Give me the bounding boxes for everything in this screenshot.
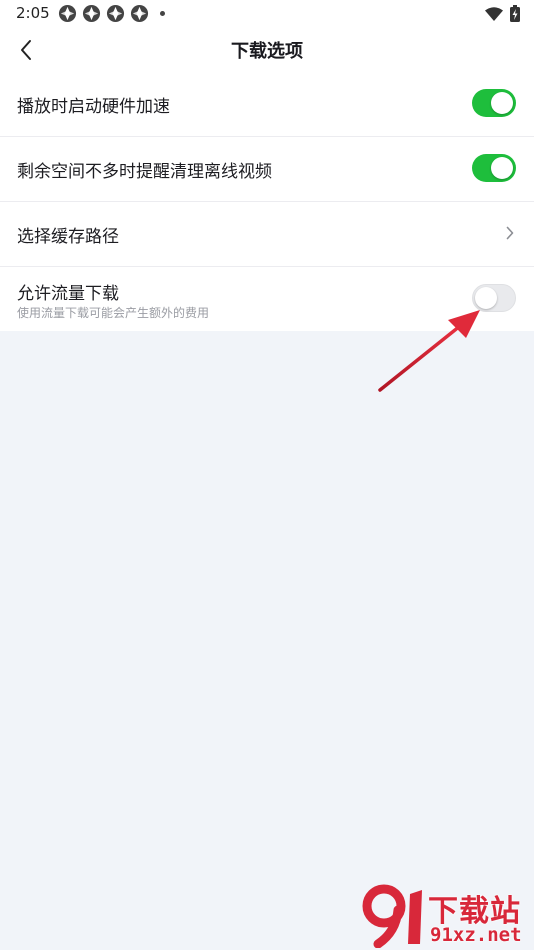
- status-right: [485, 5, 520, 22]
- hardware-acceleration-toggle[interactable]: [472, 89, 516, 117]
- page-title: 下载选项: [231, 41, 303, 62]
- annotation-arrow-icon: [378, 310, 480, 392]
- settings-list: 播放时启动硬件加速 剩余空间不多时提醒清理离线视频 选择缓存路径 允许流量下载 …: [0, 72, 534, 331]
- watermark: 下载站 91xz.net: [360, 884, 532, 948]
- setting-label: 选择缓存路径: [17, 227, 119, 247]
- setting-label: 允许流量下载: [17, 284, 119, 304]
- setting-hardware-acceleration: 播放时启动硬件加速: [0, 72, 534, 137]
- status-bar: 2:05: [0, 0, 534, 28]
- nav-bar: 下载选项: [0, 28, 534, 72]
- setting-low-space-reminder: 剩余空间不多时提醒清理离线视频: [0, 137, 534, 202]
- app-icon: [130, 4, 149, 23]
- app-icon: [82, 4, 101, 23]
- chevron-right-icon: [506, 226, 514, 240]
- setting-subtitle: 使用流量下载可能会产生额外的费用: [17, 306, 210, 320]
- low-space-reminder-toggle[interactable]: [472, 154, 516, 182]
- setting-cache-path[interactable]: 选择缓存路径: [0, 202, 534, 267]
- battery-icon: [510, 5, 520, 22]
- more-notifications-dot: [160, 11, 165, 16]
- app-icon: [58, 4, 77, 23]
- top-area: 2:05 下载选项: [0, 0, 534, 72]
- toggle-knob: [491, 157, 513, 179]
- notification-icons: [58, 4, 165, 23]
- watermark-url: 91xz.net: [430, 924, 522, 946]
- app-icon: [106, 4, 125, 23]
- setting-label: 播放时启动硬件加速: [17, 97, 170, 117]
- wifi-icon: [485, 6, 503, 21]
- status-time: 2:05: [16, 4, 50, 22]
- setting-label: 剩余空间不多时提醒清理离线视频: [17, 162, 272, 182]
- site-logo-icon: [362, 884, 422, 948]
- toggle-knob: [491, 92, 513, 114]
